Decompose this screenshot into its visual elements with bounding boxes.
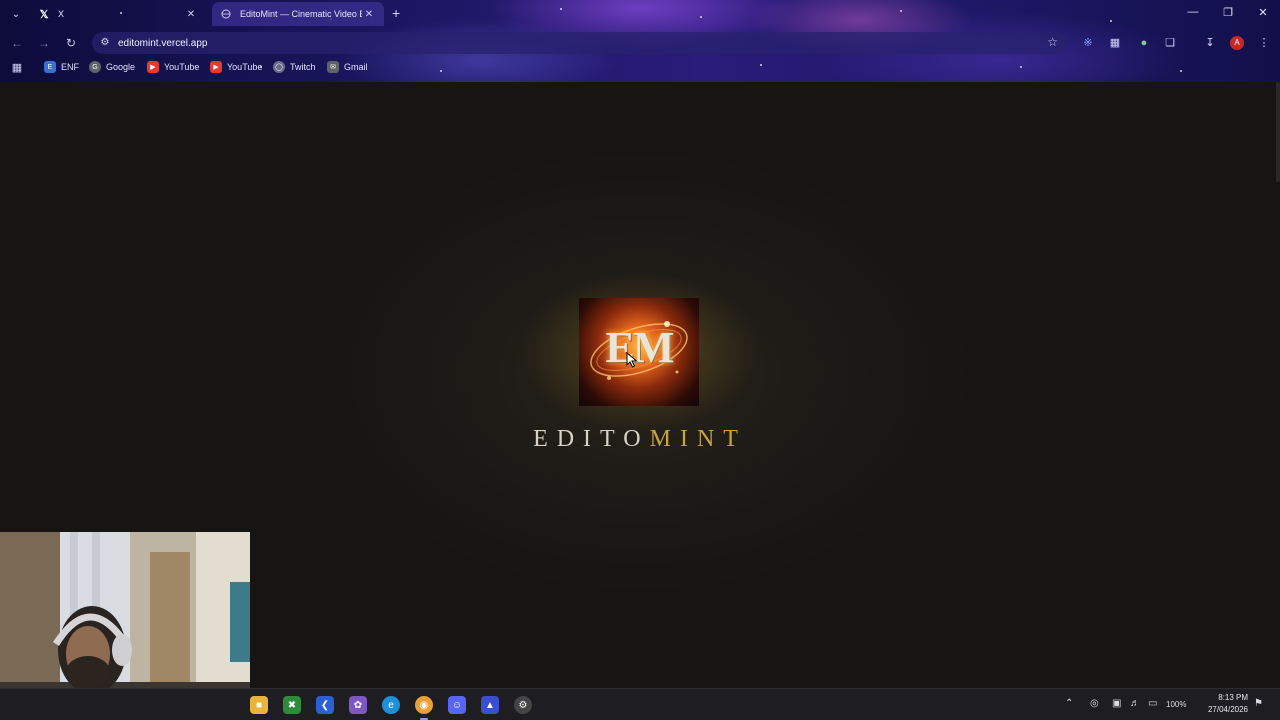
enf-icon: E [44,61,56,73]
bookmark-enf[interactable]: E ENF [44,61,79,73]
xbox-icon[interactable]: ✖ [283,696,301,714]
globe-icon: ◯ [273,61,285,73]
mouse-cursor-icon [626,352,638,368]
toolbar: ← → ↻ ⚙ ☆ ※ ▦ ● ❏ ↧ A ⋮ [0,30,1280,56]
close-window-icon[interactable]: ✕ [1254,6,1272,19]
bookmark-label: Twitch [290,62,316,72]
extensions-puzzle-icon[interactable]: ❏ [1162,35,1178,51]
battery-percent: 100% [1166,700,1187,709]
new-tab-plus-icon[interactable]: + [392,6,400,20]
browser-chrome: ⌄ 𝕏 X ✕ EditoMint — Cinematic Video E ✕ … [0,0,1280,82]
tab-x[interactable]: 𝕏 X ✕ [30,2,206,26]
clock[interactable]: 8:13 PM 27/04/2026 [1192,692,1248,716]
copilot-icon[interactable]: ✿ [349,696,367,714]
google-icon: G [89,61,101,73]
extension-grid-icon[interactable]: ▦ [1107,35,1123,51]
url-input[interactable] [118,37,918,49]
clock-date: 27/04/2026 [1207,705,1248,714]
apps-grid-icon[interactable]: ▦ [10,61,24,75]
arc-app-icon[interactable]: ▲ [481,696,499,714]
tab-title: EditoMint — Cinematic Video E [240,9,362,19]
settings-gear-icon[interactable]: ⚙ [514,696,532,714]
back-arrow-icon[interactable]: ← [9,35,25,51]
bookmark-google[interactable]: G Google [89,61,135,73]
file-explorer-icon[interactable]: ■ [250,696,268,714]
reload-icon[interactable]: ↻ [63,35,79,51]
restore-icon[interactable]: ❐ [1219,6,1237,19]
microphone-icon[interactable]: ◎ [1090,698,1099,709]
bookmark-twitch[interactable]: ◯ Twitch [273,61,316,73]
bookmark-label: Gmail [344,62,368,72]
tab-search-chevron-icon[interactable]: ⌄ [8,6,24,22]
bookmark-youtube[interactable]: ▶ YouTube [147,61,199,73]
bookmark-label: YouTube [164,62,200,72]
edge-icon[interactable]: e [382,696,400,714]
forward-arrow-icon[interactable]: → [36,35,52,51]
profile-avatar[interactable]: A [1230,36,1244,50]
tab-title: X [58,9,65,19]
bookmarks-bar: ▦ E ENF G Google ▶ YouTube ▶ YouTube ◯ T… [0,58,1280,78]
address-bar[interactable]: ⚙ ☆ [92,32,1068,54]
site-settings-icon[interactable]: ⚙ [98,36,112,50]
volume-icon[interactable]: ♬ [1130,698,1140,709]
read-aloud-icon[interactable]: ※ [1080,35,1096,51]
bookmark-star-icon[interactable]: ☆ [1047,35,1058,49]
bookmark-gmail[interactable]: ✉ Gmail [327,61,368,73]
close-tab-icon[interactable]: ✕ [184,9,198,20]
tab-strip: ⌄ 𝕏 X ✕ EditoMint — Cinematic Video E ✕ … [0,0,1280,28]
brand-part-edito: EDITO [533,426,650,452]
brand-wordmark: EDITOMINT [440,426,840,453]
clock-time: 8:13 PM [1218,693,1248,702]
youtube-icon: ▶ [147,61,159,73]
battery-icon[interactable]: ▭ [1148,698,1157,709]
chrome-icon[interactable]: ◉ [415,696,433,714]
brand-part-mint: MINT [649,426,747,452]
network-icon[interactable]: ▣ [1112,698,1121,709]
youtube-icon: ▶ [210,61,222,73]
notification-bell-icon[interactable]: ⚑ [1254,698,1263,709]
vscode-icon[interactable]: ❮ [316,696,334,714]
page-scrollbar[interactable] [1276,82,1280,182]
x-logo-icon: 𝕏 [39,8,49,21]
extension-badge-icon[interactable]: ● [1136,35,1152,51]
gmail-icon: ✉ [327,61,339,73]
logo-monogram: EM [605,323,675,372]
windows-taskbar: ■ ✖ ❮ ✿ e ◉ ☺ ▲ ⚙ ⌃ ◎ ▣ ♬ ▭ 100% 8:13 PM… [0,688,1280,720]
tab-editomint[interactable]: EditoMint — Cinematic Video E ✕ [212,2,384,26]
bookmark-label: Google [106,62,136,72]
bookmark-label: YouTube [227,62,263,72]
globe-icon [220,8,232,20]
discord-icon[interactable]: ☺ [448,696,466,714]
download-icon[interactable]: ↧ [1202,35,1218,51]
tray-chevron-up-icon[interactable]: ⌃ [1065,698,1073,709]
menu-kebab-icon[interactable]: ⋮ [1256,35,1272,51]
close-tab-icon[interactable]: ✕ [362,9,376,20]
bookmark-label: ENF [61,62,79,72]
bookmark-youtube-2[interactable]: ▶ YouTube [210,61,262,73]
editomint-logo: EM [579,298,699,406]
minimize-icon[interactable]: — [1184,6,1202,18]
